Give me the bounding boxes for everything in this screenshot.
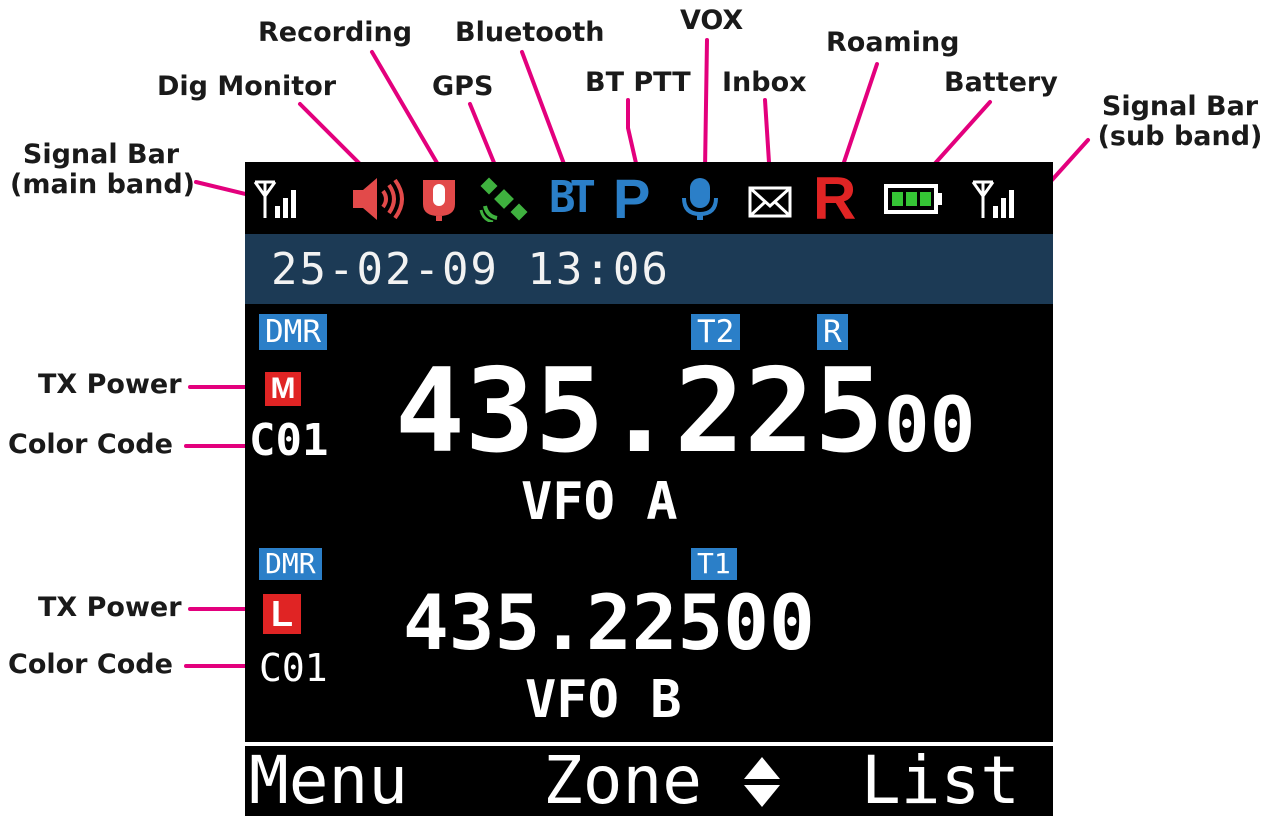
battery-icon (884, 184, 942, 214)
label-bluetooth: Bluetooth (455, 17, 605, 48)
vfo-a-color-code: C01 (249, 415, 329, 466)
label-bt-ptt: BT PTT (585, 67, 691, 98)
label-color-code-a: Color Code (8, 429, 173, 460)
label-signal-main-line2: (main band) (10, 169, 196, 200)
radio-screen: BT P R 25-02-09 13:06 DMR T2 R M C01 435… (245, 162, 1053, 816)
vfo-a-mode-tag: DMR (259, 314, 327, 350)
vfo-a-frequency-main: 435.225 (395, 344, 884, 479)
softkey-zone-label: Zone (543, 742, 702, 816)
datetime-bar: 25-02-09 13:06 (245, 234, 1053, 304)
vox-icon (682, 178, 718, 220)
vfo-a-power-badge: M (265, 372, 301, 406)
envelope-icon (748, 186, 792, 218)
softkey-list[interactable]: List (861, 746, 1020, 816)
label-signal-sub-line2: (sub band) (1097, 121, 1263, 152)
leader-roaming (838, 62, 879, 176)
softkey-zone[interactable]: Zone (543, 746, 782, 816)
bluetooth-icon: BT (549, 172, 597, 223)
label-signal-main: Signal Bar (main band) (10, 139, 196, 200)
label-dig-monitor: Dig Monitor (157, 71, 337, 102)
label-battery: Battery (944, 67, 1058, 98)
signal-bar-icon (971, 180, 1014, 218)
roaming-icon-text: R (813, 165, 857, 232)
gps-icon (479, 177, 528, 222)
label-signal-sub-line1: Signal Bar (1101, 91, 1259, 122)
speaker-icon (353, 178, 404, 220)
vfo-a-frequency-sub: 00 (883, 380, 976, 469)
label-color-code-b: Color Code (8, 649, 173, 680)
label-tx-power-b: TX Power (38, 592, 182, 623)
label-signal-sub: Signal Bar (sub band) (1095, 92, 1265, 152)
label-tx-power-a: TX Power (38, 369, 182, 400)
label-vox: VOX (680, 5, 744, 36)
bt-ptt-icon: P (613, 167, 659, 230)
leader-vox (703, 38, 709, 172)
label-roaming: Roaming (826, 27, 960, 58)
vfo-b-mode-tag: DMR (259, 548, 322, 580)
leader-signal-sub (1050, 138, 1090, 182)
vfo-b-power-badge: L (263, 594, 301, 634)
vfo-a-name: VFO A (521, 472, 678, 532)
vfo-b-frequency: 435.22500 (403, 578, 815, 667)
roaming-icon: R (813, 165, 863, 232)
datetime-text: 25-02-09 13:06 (271, 244, 670, 295)
softkey-menu[interactable]: Menu (249, 746, 408, 816)
leader-bluetooth (520, 50, 569, 174)
label-inbox: Inbox (722, 67, 807, 98)
vfo-a-frequency: 435.22500 (395, 352, 975, 485)
vfo-b-name: VFO B (525, 670, 682, 730)
label-recording: Recording (258, 17, 413, 48)
leader-gps (468, 102, 499, 172)
microphone-icon (423, 180, 455, 221)
label-gps: GPS (432, 71, 494, 102)
softkey-bar: Menu Zone List (245, 742, 1053, 816)
vfo-b-color-code: C01 (259, 646, 328, 690)
bluetooth-icon-text: BT (549, 172, 596, 223)
bt-ptt-icon-text: P (613, 167, 651, 230)
up-down-arrow-icon (743, 757, 780, 807)
label-signal-main-line1: Signal Bar (22, 139, 180, 170)
vfo-b-timeslot-tag: T1 (691, 548, 737, 580)
leader-recording (370, 50, 442, 170)
signal-bar-icon (253, 180, 296, 218)
